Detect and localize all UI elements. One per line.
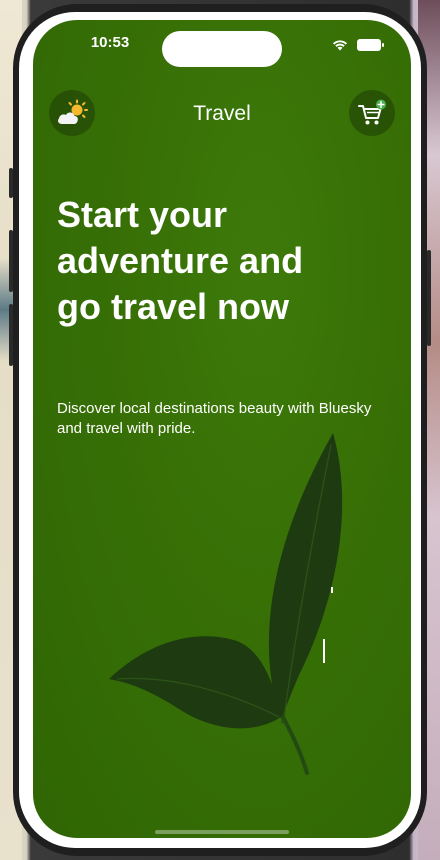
wifi-icon: [333, 40, 347, 51]
mute-switch: [9, 168, 13, 198]
status-time: 10:53: [90, 34, 130, 51]
home-indicator[interactable]: [155, 830, 289, 834]
cart-add-icon: [358, 99, 386, 125]
app-screen: 10:53 Travel Start your adventure and go…: [33, 20, 411, 838]
volume-down-button: [9, 304, 13, 366]
leaf-illustration: [109, 433, 343, 775]
volume-up-button: [9, 230, 13, 292]
battery-icon: [357, 38, 384, 51]
power-button: [427, 250, 431, 346]
cart-button[interactable]: [349, 90, 395, 136]
hero-title: Start your adventure and go travel now: [57, 194, 304, 327]
dynamic-island: [162, 31, 282, 67]
status-icons: [331, 38, 384, 51]
